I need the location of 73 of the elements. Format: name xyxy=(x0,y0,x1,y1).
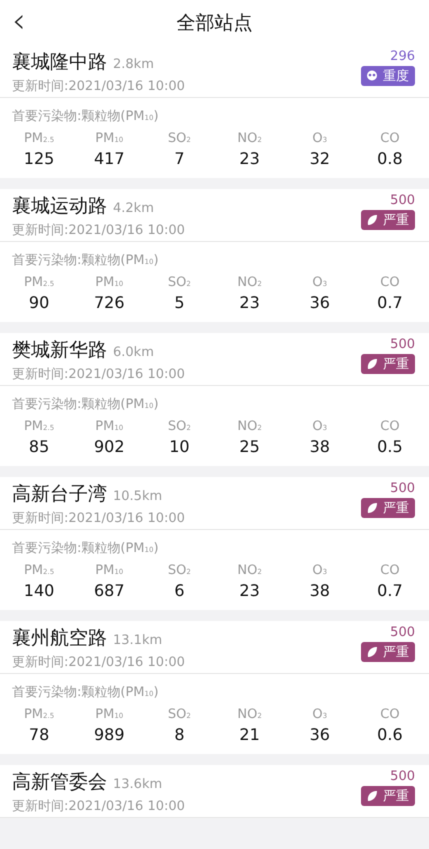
pollutant-value: 78 xyxy=(28,725,50,744)
update-time: 更新时间:2021/03/16 10:00 xyxy=(12,798,185,815)
level-label: 严重 xyxy=(383,644,409,661)
pollutant-label: CO xyxy=(380,707,400,722)
pollutant-value: 23 xyxy=(239,149,260,168)
station-distance: 4.2km xyxy=(113,201,154,216)
aqi-value: 500 xyxy=(390,337,415,352)
pollutant-value: 10 xyxy=(169,437,190,456)
pollutant-value: 7 xyxy=(174,149,184,168)
update-time: 更新时间:2021/03/16 10:00 xyxy=(12,510,185,527)
leaf-icon xyxy=(366,646,378,658)
level-label: 严重 xyxy=(383,212,409,229)
pollutant-value: 0.7 xyxy=(377,581,403,600)
aqi-value: 296 xyxy=(390,49,415,64)
pollutant-value: 38 xyxy=(310,437,330,456)
pollutant-value: 902 xyxy=(94,437,125,456)
leaf-icon xyxy=(366,502,378,514)
leaf-icon xyxy=(366,214,378,226)
leaf-icon xyxy=(366,790,378,802)
pollutant-value: 0.8 xyxy=(377,149,403,168)
leaf-icon xyxy=(366,358,378,370)
station-distance: 10.5km xyxy=(113,489,162,504)
pollutant-value: 36 xyxy=(310,293,330,312)
station-name: 襄州航空路 xyxy=(12,626,107,651)
pollutant-value: 0.6 xyxy=(377,725,403,744)
pollutant-value: 125 xyxy=(24,149,54,168)
pollutant-value: 0.7 xyxy=(377,293,403,312)
station-name: 高新管委会 xyxy=(12,770,107,795)
pollutant-label: CO xyxy=(380,563,400,578)
pollutant-value: 85 xyxy=(28,437,50,456)
pollutant-value: 38 xyxy=(310,581,330,600)
update-time: 更新时间:2021/03/16 10:00 xyxy=(12,366,185,383)
station-distance: 13.1km xyxy=(113,633,162,648)
pollutant-value: 25 xyxy=(239,437,260,456)
pollutant-value: 23 xyxy=(239,293,260,312)
station-name: 樊城新华路 xyxy=(12,338,107,363)
update-time: 更新时间:2021/03/16 10:00 xyxy=(12,78,185,95)
aqi-value: 500 xyxy=(390,193,415,208)
level-label: 严重 xyxy=(383,356,409,373)
pollutant-value: 21 xyxy=(239,725,260,744)
pollutant-value: 417 xyxy=(94,149,125,168)
pollutant-value: 8 xyxy=(174,725,184,744)
page-title: 全部站点 xyxy=(176,10,252,36)
station-distance: 13.6km xyxy=(113,777,162,792)
pollutant-value: 32 xyxy=(310,149,330,168)
pollutant-label: CO xyxy=(380,131,400,146)
station-name: 高新台子湾 xyxy=(12,482,107,507)
aqi-value: 500 xyxy=(390,769,415,784)
pollutant-value: 6 xyxy=(174,581,184,600)
pollutant-value: 726 xyxy=(94,293,125,312)
level-label: 重度 xyxy=(383,68,409,85)
skull-icon xyxy=(366,70,378,82)
pollutant-value: 140 xyxy=(24,581,54,600)
update-time: 更新时间:2021/03/16 10:00 xyxy=(12,222,185,239)
station-name: 襄城隆中路 xyxy=(12,50,107,75)
station-distance: 6.0km xyxy=(113,345,154,360)
pollutant-value: 36 xyxy=(310,725,330,744)
aqi-value: 500 xyxy=(390,481,415,496)
pollutant-value: 23 xyxy=(239,581,260,600)
level-label: 严重 xyxy=(383,500,409,517)
station-distance: 2.8km xyxy=(113,57,154,72)
pollutant-value: 0.5 xyxy=(377,437,403,456)
pollutant-value: 90 xyxy=(28,293,50,312)
back-button[interactable]: ‹ xyxy=(12,4,26,38)
level-label: 严重 xyxy=(383,788,409,805)
pollutant-label: CO xyxy=(380,419,400,434)
pollutant-value: 5 xyxy=(174,293,184,312)
pollutant-value: 687 xyxy=(94,581,125,600)
station-name: 襄城运动路 xyxy=(12,194,107,219)
pollutant-value: 989 xyxy=(94,725,125,744)
update-time: 更新时间:2021/03/16 10:00 xyxy=(12,654,185,671)
aqi-value: 500 xyxy=(390,625,415,640)
pollutant-label: CO xyxy=(380,275,400,290)
